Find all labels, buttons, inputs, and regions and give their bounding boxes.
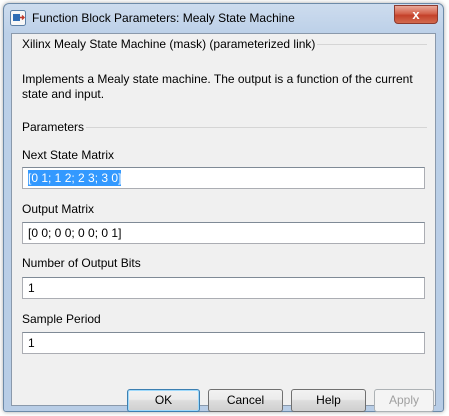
next-state-matrix-value: [0 1; 1 2; 2 3; 3 0] bbox=[28, 170, 122, 186]
dialog-body: Xilinx Mealy State Machine (mask) (param… bbox=[11, 33, 436, 412]
parameters-group-label: Parameters bbox=[20, 120, 87, 134]
simulink-block-icon bbox=[10, 10, 26, 26]
ok-button[interactable]: OK bbox=[127, 389, 200, 412]
next-state-matrix-label: Next State Matrix bbox=[22, 148, 115, 162]
close-icon: x bbox=[412, 7, 420, 22]
apply-button[interactable]: Apply bbox=[374, 389, 434, 412]
close-button[interactable]: x bbox=[394, 5, 438, 24]
output-bits-field[interactable]: 1 bbox=[22, 277, 425, 299]
dialog-window: Function Block Parameters: Mealy State M… bbox=[3, 3, 444, 412]
next-state-matrix-field[interactable]: [0 1; 1 2; 2 3; 3 0] bbox=[22, 167, 425, 189]
title-bar[interactable]: Function Block Parameters: Mealy State M… bbox=[4, 4, 443, 32]
output-matrix-field[interactable]: [0 0; 0 0; 0 0; 0 1] bbox=[22, 222, 425, 244]
sample-period-label: Sample Period bbox=[22, 312, 101, 326]
window-title: Function Block Parameters: Mealy State M… bbox=[32, 11, 295, 25]
cancel-button[interactable]: Cancel bbox=[208, 389, 283, 412]
block-description: Implements a Mealy state machine. The ou… bbox=[22, 72, 413, 101]
sample-period-field[interactable]: 1 bbox=[22, 332, 425, 354]
help-button[interactable]: Help bbox=[291, 389, 366, 412]
output-matrix-label: Output Matrix bbox=[22, 202, 95, 216]
output-bits-label: Number of Output Bits bbox=[22, 256, 141, 270]
block-name-heading: Xilinx Mealy State Machine (mask) (param… bbox=[20, 37, 318, 51]
